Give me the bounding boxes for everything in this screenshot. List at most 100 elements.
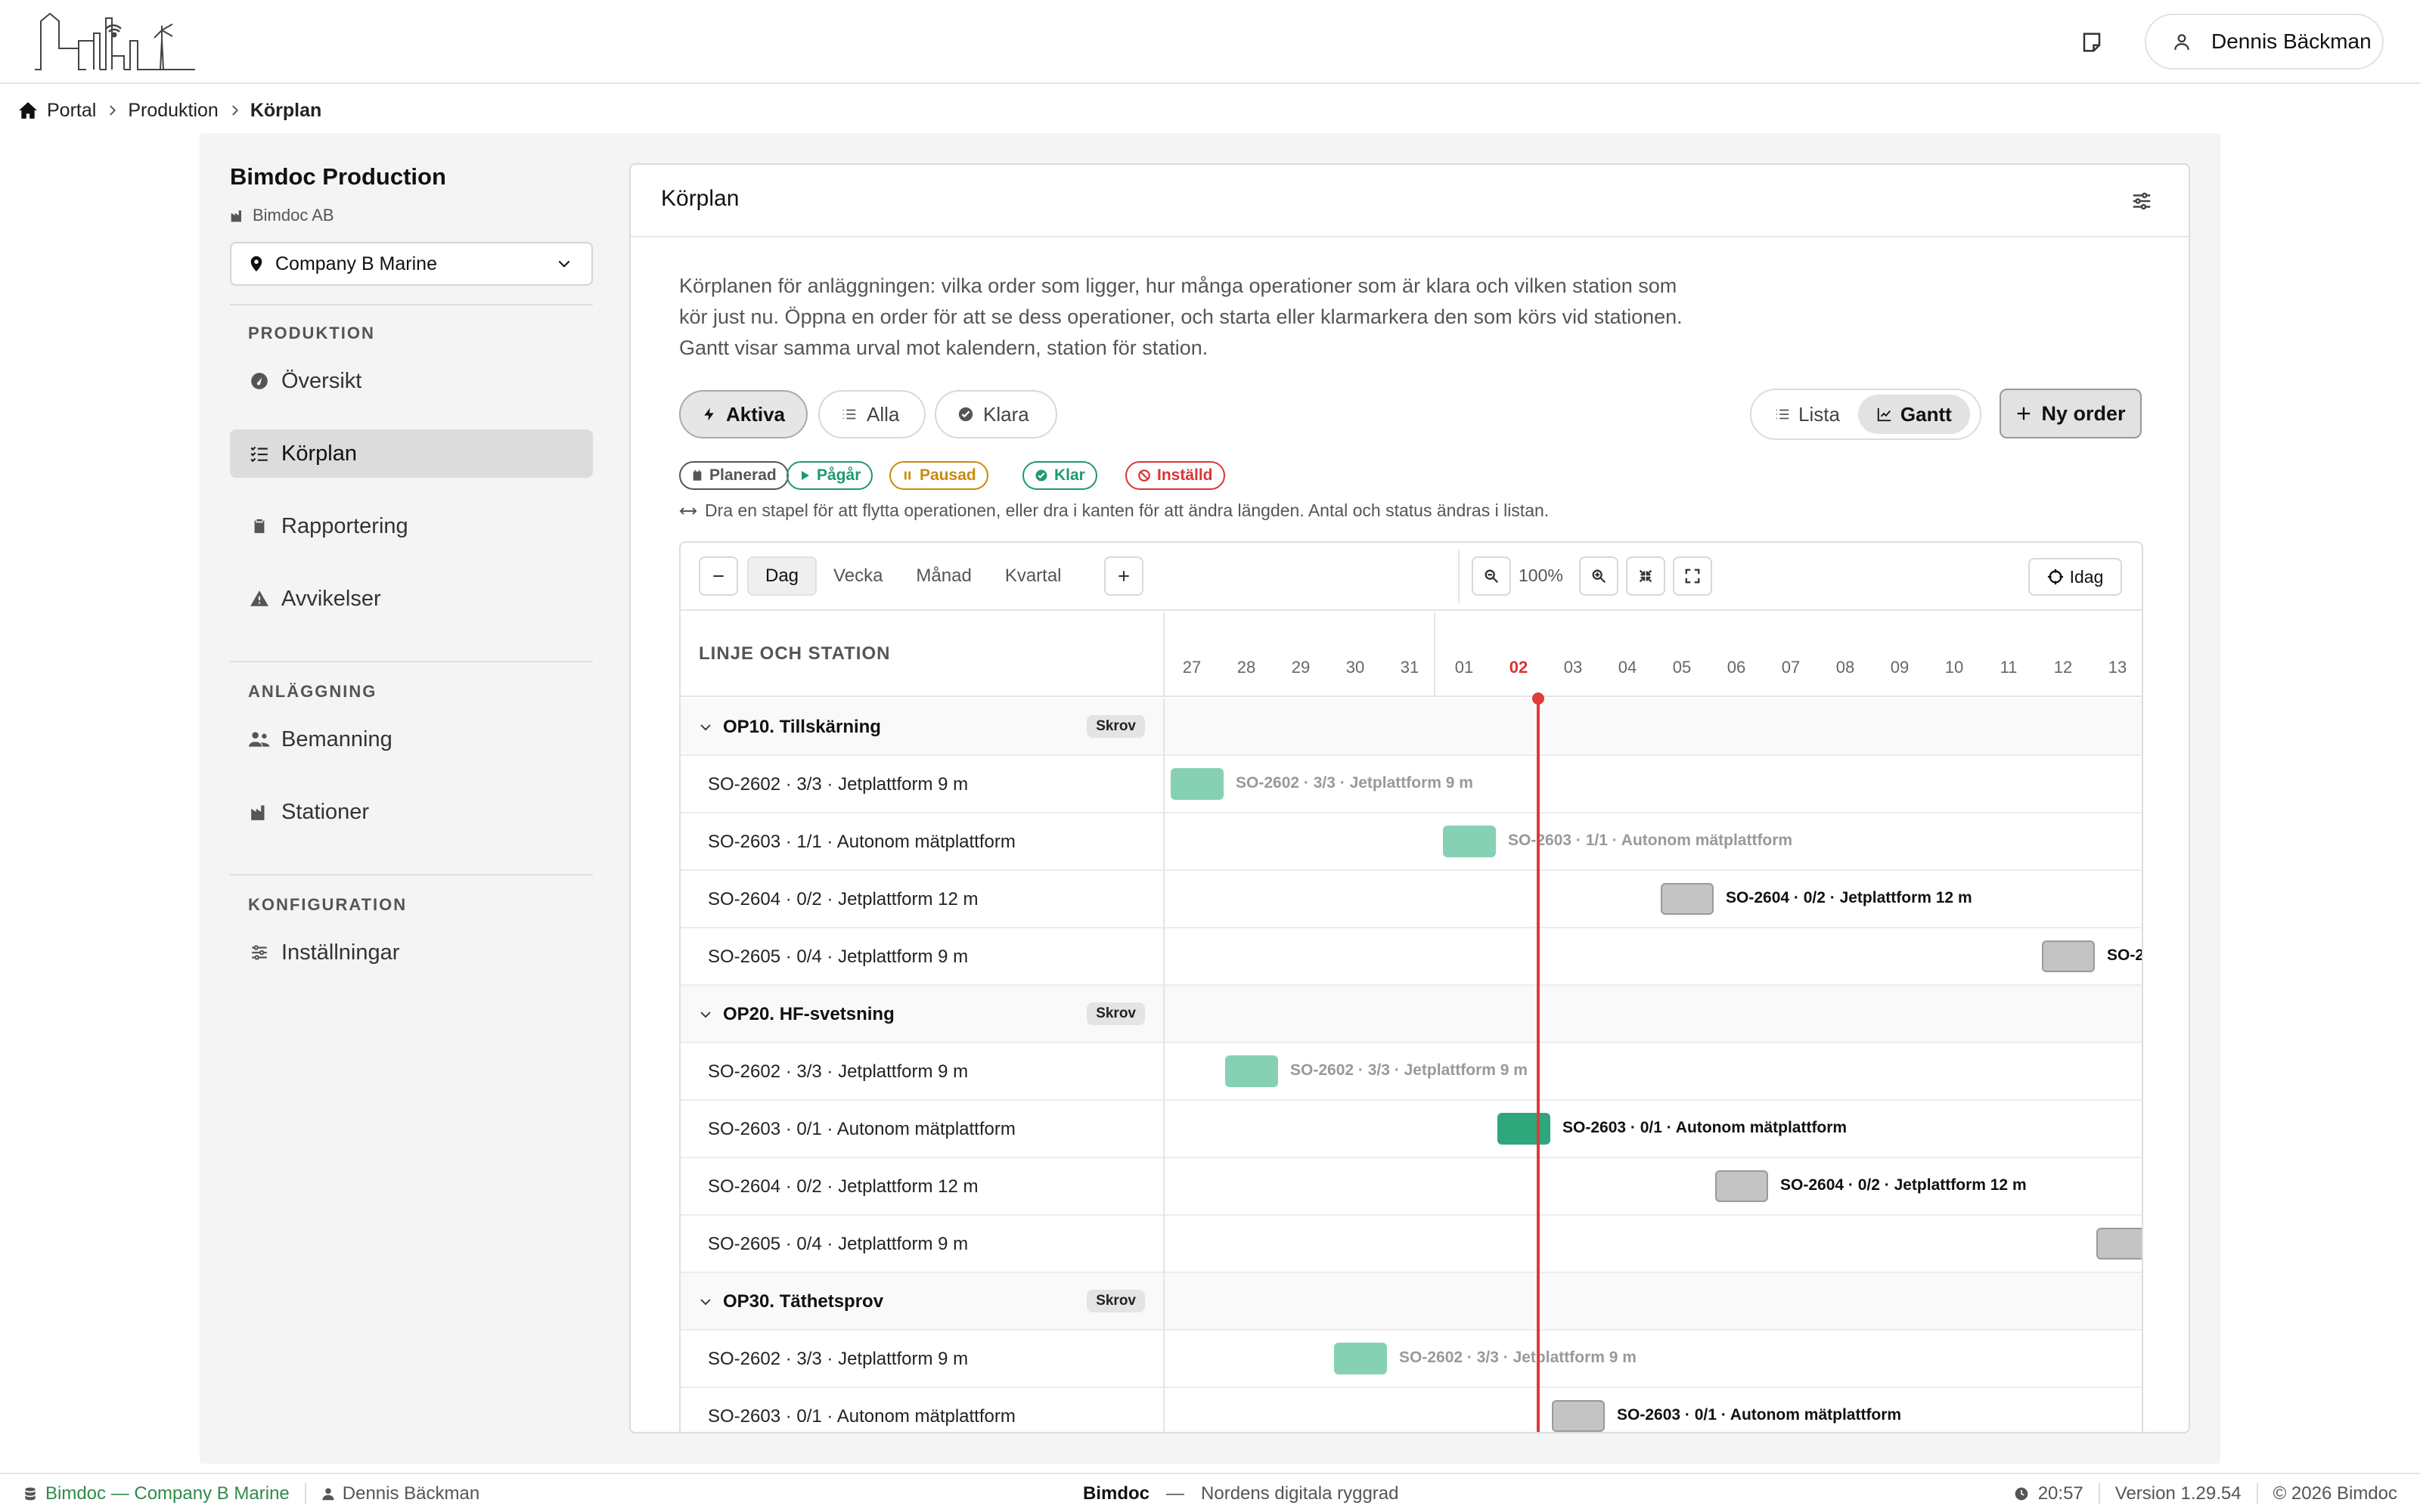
scale-dag[interactable]: Dag <box>747 556 818 596</box>
scale-kvartal[interactable]: Kvartal <box>988 556 1078 596</box>
crosshair-icon <box>2047 569 2063 585</box>
breadcrumb-portal[interactable]: Portal <box>18 100 96 122</box>
timeline-day: 11 <box>2000 658 2018 677</box>
check-circle-icon <box>1035 469 1048 482</box>
sidebar-item-korplan[interactable]: Körplan <box>230 429 593 478</box>
clock-icon <box>2015 1487 2028 1501</box>
group-label: OP20. HF-svetsning Skrov <box>681 986 1165 1043</box>
ban-icon <box>1137 469 1151 482</box>
gantt-bar-label: SO-2603 · 1/1 · Autonom mätplattform <box>1508 832 1793 849</box>
users-icon <box>248 730 271 749</box>
new-order-button[interactable]: Ny order <box>2000 389 2142 438</box>
sidebar-item-stationer[interactable]: Stationer <box>230 788 593 836</box>
breadcrumb: Portal Produktion Körplan <box>18 97 321 124</box>
site-select[interactable]: Company B Marine <box>230 242 593 286</box>
footer-right: 20:57 Version 1.29.54 © 2026 Bimdoc <box>2014 1483 2397 1504</box>
zoom-in-button[interactable] <box>1579 556 1618 596</box>
footer-copyright: © 2026 Bimdoc <box>2273 1483 2397 1504</box>
gantt-chart: Dag Vecka Månad Kvartal 100% Idag LINJE … <box>679 541 2143 1432</box>
today-button[interactable]: Idag <box>2028 558 2122 596</box>
scale-vecka[interactable]: Vecka <box>817 556 899 596</box>
gantt-bar[interactable] <box>2096 1228 2142 1259</box>
view-label: Lista <box>1798 402 1840 426</box>
view-lista[interactable]: Lista <box>1756 395 1858 434</box>
gantt-bar-label: SO-2603 · 0/1 · Autonom mätplattform <box>1562 1119 1848 1136</box>
gantt-toolbar: Dag Vecka Månad Kvartal 100% Idag <box>681 543 2142 611</box>
gantt-bar-label: SO-2605 · 0/4 · Jetplattform 9 m <box>2107 947 2143 964</box>
timeline-day: 05 <box>1672 658 1692 677</box>
month-separator <box>1434 612 1435 697</box>
chevron-down-icon[interactable] <box>699 1008 712 1021</box>
zoom-out-scale-button[interactable] <box>699 556 738 596</box>
gantt-bar[interactable] <box>1334 1343 1387 1374</box>
database-icon <box>25 1487 36 1501</box>
list-icon <box>1776 409 1789 420</box>
footer-brand[interactable]: Bimdoc — Company B Marine <box>45 1483 290 1504</box>
filter-alla[interactable]: Alla <box>818 390 926 438</box>
view-gantt[interactable]: Gantt <box>1857 395 1970 434</box>
legend-label: Pausad <box>920 466 976 484</box>
group-name: OP30. Täthetsprov <box>723 1291 884 1312</box>
breadcrumb-current: Körplan <box>250 99 322 121</box>
gantt-bar[interactable] <box>2042 940 2095 972</box>
gantt-bar[interactable] <box>1497 1113 1550 1145</box>
fit-button[interactable] <box>1626 556 1665 596</box>
list-icon <box>842 409 856 420</box>
row-label: SO-2602 · 3/3 · Jetplattform 9 m <box>681 756 1165 813</box>
chevron-down-icon[interactable] <box>699 1295 712 1309</box>
user-menu-button[interactable]: Dennis Bäckman <box>2145 14 2384 70</box>
scale-tabs: Dag Vecka Månad Kvartal <box>747 556 1078 596</box>
timeline-day: 31 <box>1400 658 1419 677</box>
footer-center-brand: Bimdoc <box>1083 1483 1150 1504</box>
filter-label: Alla <box>867 402 900 426</box>
row-label: SO-2602 · 3/3 · Jetplattform 9 m <box>681 1331 1165 1388</box>
calendar-icon <box>691 469 703 482</box>
zoom-level: 100% <box>1519 565 1563 585</box>
chevron-right-icon <box>105 104 119 117</box>
fullscreen-button[interactable] <box>1673 556 1712 596</box>
gantt-bar[interactable] <box>1171 768 1224 800</box>
notes-button[interactable] <box>2069 23 2114 62</box>
filter-klara[interactable]: Klara <box>935 390 1057 438</box>
chevron-down-icon[interactable] <box>699 720 712 734</box>
toolbar-divider <box>1458 550 1460 603</box>
zoom-out-icon <box>1485 569 1499 584</box>
group-label: OP10. Tillskärning Skrov <box>681 699 1165 756</box>
app-logo[interactable] <box>33 11 200 71</box>
zoom-out-button[interactable] <box>1472 556 1511 596</box>
gantt-bar[interactable] <box>1661 883 1714 915</box>
scale-manad[interactable]: Månad <box>899 556 988 596</box>
zoom-in-icon <box>1592 569 1606 584</box>
section-divider <box>230 304 593 305</box>
panel-settings-button[interactable] <box>2124 183 2160 219</box>
legend-label: Inställd <box>1157 466 1213 484</box>
filter-aktiva[interactable]: Aktiva <box>679 390 808 438</box>
timeline-area: SO-2602 · 3/3 · Jetplattform 9 m SO-2603 … <box>1166 699 2143 1432</box>
gantt-bar-label: SO-2602 · 3/3 · Jetplattform 9 m <box>1236 774 1473 792</box>
section-label-anlaggning: ANLÄGGNING <box>248 682 377 701</box>
gantt-bar[interactable] <box>1715 1170 1768 1202</box>
breadcrumb-produktion[interactable]: Produktion <box>128 100 219 122</box>
chevron-down-icon <box>558 260 570 268</box>
arrows-horizontal-icon <box>679 507 697 515</box>
korplan-panel: Körplan Körplanen för anläggningen: vilk… <box>629 163 2190 1433</box>
gantt-bar[interactable] <box>1443 826 1496 857</box>
sidebar-item-label: Rapportering <box>281 513 408 538</box>
sidebar-item-oversikt[interactable]: Översikt <box>230 357 593 405</box>
timeline-header: 27 28 29 30 31 01 02 03 04 05 06 07 08 09 10 11 12 13 <box>1165 612 2142 697</box>
sidebar-item-installningar[interactable]: Inställningar <box>230 928 593 977</box>
column-header: LINJE OCH STATION <box>681 612 1165 697</box>
gantt-bar[interactable] <box>1552 1400 1605 1432</box>
timeline-day: 06 <box>1727 658 1746 677</box>
sidebar-item-avvikelser[interactable]: Avvikelser <box>230 575 593 623</box>
footer-version: Version 1.29.54 <box>2114 1483 2242 1504</box>
timeline-day: 12 <box>2053 658 2073 677</box>
sliders-icon <box>248 943 271 962</box>
sidebar-item-rapportering[interactable]: Rapportering <box>230 502 593 550</box>
zoom-in-scale-button[interactable] <box>1104 556 1143 596</box>
footer-time: 20:57 <box>2037 1483 2083 1504</box>
legend-label: Planerad <box>709 466 777 484</box>
sidebar-item-bemanning[interactable]: Bemanning <box>230 715 593 764</box>
gantt-bar[interactable] <box>1225 1055 1278 1087</box>
warning-icon <box>248 589 271 609</box>
